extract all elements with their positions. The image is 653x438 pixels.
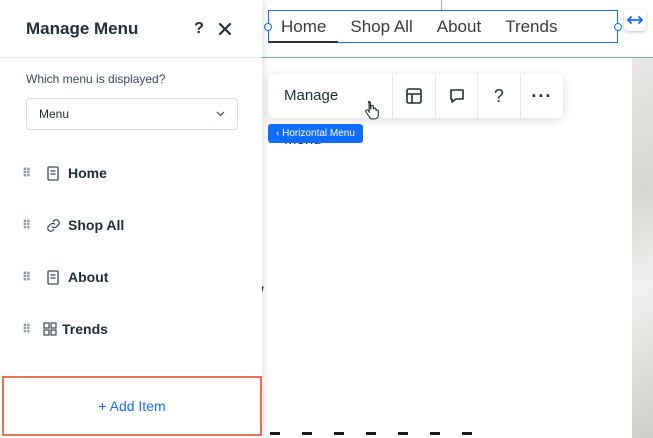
section-guide-line — [262, 57, 653, 58]
breadcrumb[interactable]: ‹ Horizontal Menu — [268, 124, 363, 143]
menu-select-label: Which menu is displayed? — [26, 72, 166, 86]
layout-icon[interactable] — [393, 74, 436, 118]
menu-item-home[interactable]: ⠿ Home — [22, 158, 242, 188]
add-item-button[interactable]: + Add Item — [2, 376, 262, 436]
help-icon[interactable]: ? — [188, 18, 210, 40]
more-glyph: ··· — [531, 85, 553, 106]
link-icon — [44, 216, 62, 234]
menu-item-trends[interactable]: ⠿ Trends — [22, 314, 242, 344]
drag-handle-icon[interactable]: ⠿ — [22, 218, 34, 232]
page-icon — [44, 164, 62, 182]
drag-handle-icon[interactable]: ⠿ — [22, 270, 34, 284]
help-glyph: ? — [194, 19, 204, 37]
stretch-icon[interactable] — [624, 9, 646, 31]
menu-select-value: Menu — [39, 107, 70, 121]
resize-handle-right[interactable] — [614, 23, 622, 31]
canvas-menu-item-about[interactable]: About — [425, 11, 493, 42]
horizontal-menu-element[interactable]: Home Shop All About Trends — [268, 10, 618, 43]
menu-item-about[interactable]: ⠿ About — [22, 262, 242, 292]
page-icon — [44, 268, 62, 286]
help-glyph: ? — [493, 85, 504, 106]
drag-handle-icon[interactable]: ⠿ — [22, 166, 34, 180]
menu-item-shop-all[interactable]: ⠿ Shop All — [22, 210, 242, 240]
element-toolbar: Manage Menu ? ··· — [268, 74, 563, 148]
help-icon[interactable]: ? — [478, 74, 521, 118]
menu-item-label: About — [68, 269, 109, 285]
manage-menu-panel: Manage Menu ? Which menu is displayed? M… — [0, 0, 262, 438]
canvas-menu-item-shop-all[interactable]: Shop All — [338, 11, 424, 42]
alignment-guide — [441, 0, 442, 10]
canvas-menu-item-home[interactable]: Home — [269, 11, 339, 43]
canvas-dashes — [270, 432, 472, 435]
background-image — [632, 58, 653, 438]
comment-icon[interactable] — [436, 74, 479, 118]
menu-item-label: Home — [68, 165, 107, 181]
close-icon[interactable] — [214, 18, 236, 40]
chevron-down-icon — [216, 109, 225, 120]
menu-item-label: Trends — [62, 321, 108, 337]
dynamic-page-icon — [41, 320, 59, 338]
hand-pointer-icon — [364, 100, 380, 125]
panel-header: Manage Menu ? — [0, 0, 262, 58]
resize-handle-left[interactable] — [264, 23, 272, 31]
canvas-menu-item-trends[interactable]: Trends — [493, 11, 569, 42]
menu-item-label: Shop All — [68, 217, 125, 233]
more-icon[interactable]: ··· — [521, 74, 563, 118]
drag-handle-icon[interactable]: ⠿ — [22, 322, 34, 336]
panel-title: Manage Menu — [26, 18, 139, 38]
menu-select-dropdown[interactable]: Menu — [26, 98, 238, 130]
